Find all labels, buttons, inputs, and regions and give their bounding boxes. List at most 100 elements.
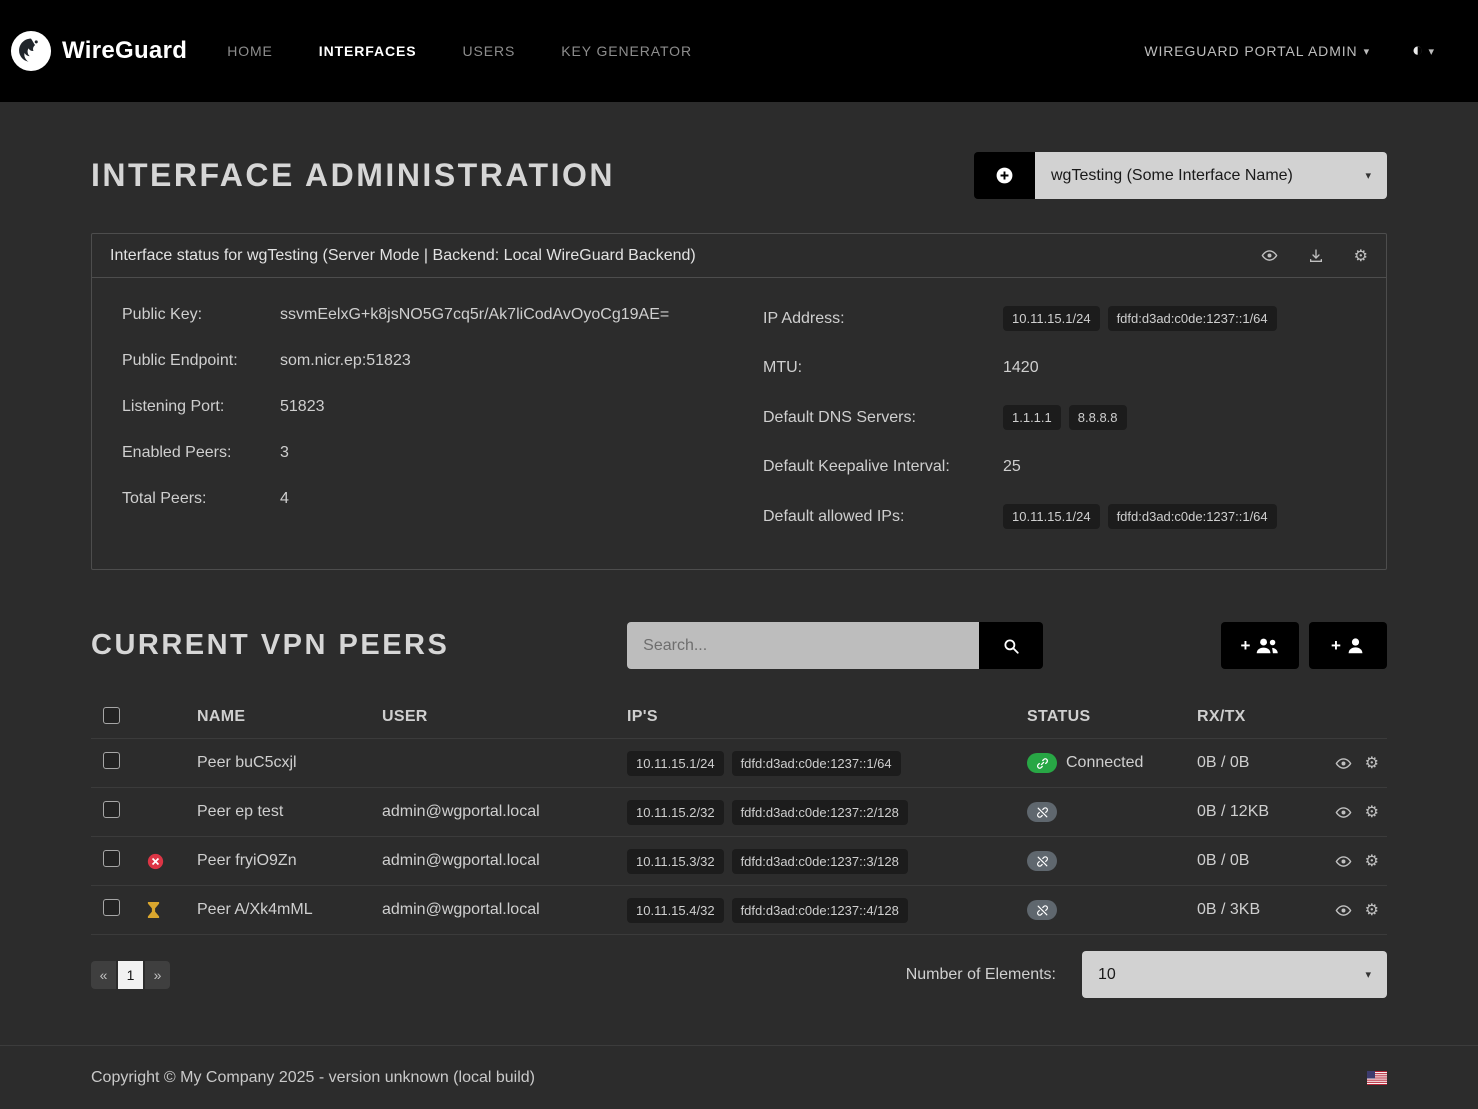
peer-rxtx: 0B / 12KB [1197,803,1312,821]
page-title: INTERFACE ADMINISTRATION [91,157,615,194]
field-value: 1420 [1003,359,1356,377]
user-menu-dropdown[interactable]: WIREGUARD PORTAL ADMIN ▾ [1144,43,1370,59]
nav-item-home[interactable]: HOME [227,43,273,59]
peer-user: admin@wgportal.local [382,901,627,919]
pagination-prev-button[interactable]: « [91,961,116,989]
search-input[interactable] [627,622,979,669]
caret-down-icon: ▾ [1428,45,1434,58]
peer-row-checkbox[interactable] [103,850,120,867]
add-interface-button[interactable] [974,152,1035,199]
peer-user: admin@wgportal.local [382,803,627,821]
peer-ip-badge: fdfd:d3ad:c0de:1237::1/64 [732,751,901,776]
copyright-text: Copyright © My Company 2025 - version un… [91,1069,535,1087]
peer-settings-icon[interactable]: ⚙ [1365,900,1379,920]
field-keepalive: Default Keepalive Interval: 25 [763,458,1356,476]
peer-rxtx: 0B / 0B [1197,852,1312,870]
wireguard-logo-icon [10,30,52,72]
disconnected-link-slash-icon [1027,900,1057,920]
interface-status-card: Interface status for wgTesting (Server M… [91,233,1387,570]
peer-user: admin@wgportal.local [382,852,627,870]
interface-select[interactable]: wgTesting (Some Interface Name) ▾ [1035,152,1387,199]
peer-settings-icon[interactable]: ⚙ [1365,851,1379,871]
search-group [627,622,1043,669]
field-allowed-ips: Default allowed IPs: 10.11.15.1/24 fdfd:… [763,504,1356,529]
field-dns-servers: Default DNS Servers: 1.1.1.1 8.8.8.8 [763,405,1356,430]
pagination-page-1-button[interactable]: 1 [118,961,143,989]
search-button[interactable] [979,622,1043,669]
table-row: Peer ep test admin@wgportal.local 10.11.… [91,788,1387,837]
peer-view-icon[interactable] [1335,900,1352,920]
field-value: 4 [280,490,739,508]
field-label: Total Peers: [122,490,280,508]
field-public-key: Public Key: ssvmEelxG+k8jsNO5G7cq5r/Ak7l… [122,306,739,324]
column-header-name: NAME [197,708,382,726]
peer-ip-badge: fdfd:d3ad:c0de:1237::2/128 [732,800,908,825]
peer-name: Peer ep test [197,803,382,821]
field-value: som.nicr.ep:51823 [280,352,739,370]
elements-count-value: 10 [1098,966,1116,984]
peer-view-icon[interactable] [1335,802,1352,822]
field-mtu: MTU: 1420 [763,359,1356,377]
add-peer-button[interactable]: + [1309,622,1387,669]
elements-count-select[interactable]: 10 ▾ [1082,951,1387,998]
disconnected-link-slash-icon [1027,802,1057,822]
peer-row-checkbox[interactable] [103,899,120,916]
field-value: ssvmEelxG+k8jsNO5G7cq5r/Ak7liCodAvOyoCg1… [280,306,739,324]
nav-item-users[interactable]: USERS [462,43,515,59]
caret-down-icon: ▾ [1364,45,1370,58]
peer-view-icon[interactable] [1335,753,1352,773]
interface-settings-icon[interactable]: ⚙ [1354,246,1368,266]
table-row: Peer buC5cxjl 10.11.15.1/24 fdfd:d3ad:c0… [91,739,1387,788]
interface-select-value: wgTesting (Some Interface Name) [1051,167,1293,185]
field-value: 25 [1003,458,1356,476]
field-label: Public Key: [122,306,280,324]
peer-view-icon[interactable] [1335,851,1352,871]
search-icon [1002,637,1020,655]
interface-view-icon[interactable] [1261,247,1278,264]
plus-icon: + [1331,636,1341,656]
brand-text: WireGuard [62,37,187,65]
field-label: Public Endpoint: [122,352,280,370]
peer-settings-icon[interactable]: ⚙ [1365,802,1379,822]
peer-ip-badge: 10.11.15.3/32 [627,849,724,874]
nav-item-interfaces[interactable]: INTERFACES [319,43,417,59]
peer-name: Peer buC5cxjl [197,754,382,772]
peer-name: Peer fryiO9Zn [197,852,382,870]
add-multiple-peers-button[interactable]: + [1221,622,1299,669]
table-row: Peer fryiO9Zn admin@wgportal.local 10.11… [91,837,1387,886]
interface-select-group: wgTesting (Some Interface Name) ▾ [974,152,1387,199]
plus-icon: + [1241,636,1251,656]
brand[interactable]: WireGuard [10,30,187,72]
column-header-rxtx: RX/TX [1197,708,1312,726]
peer-row-checkbox[interactable] [103,752,120,769]
interface-status-header: Interface status for wgTesting (Server M… [110,247,696,265]
theme-toggle-dropdown[interactable]: ◐ ▾ [1412,40,1434,62]
ip-badge: 10.11.15.1/24 [1003,306,1100,331]
field-value: 51823 [280,398,739,416]
peer-ip-badge: fdfd:d3ad:c0de:1237::4/128 [732,898,908,923]
dns-badge: 1.1.1.1 [1003,405,1061,430]
language-flag-us-icon[interactable] [1367,1071,1387,1085]
pagination-next-button[interactable]: » [145,961,170,989]
top-navbar: WireGuard HOME INTERFACES USERS KEY GENE… [0,0,1478,102]
theme-icon: ◐ [1412,40,1423,62]
field-ip-address: IP Address: 10.11.15.1/24 fdfd:d3ad:c0de… [763,306,1356,331]
add-buttons-group: + + [1221,622,1387,669]
caret-down-icon: ▾ [1365,169,1371,182]
interface-download-icon[interactable] [1308,248,1324,264]
nav-items: HOME INTERFACES USERS KEY GENERATOR [227,43,692,59]
disconnected-link-slash-icon [1027,851,1057,871]
field-label: Default DNS Servers: [763,409,1003,427]
column-header-ips: IP'S [627,708,1027,726]
peer-settings-icon[interactable]: ⚙ [1365,753,1379,773]
nav-item-key-generator[interactable]: KEY GENERATOR [561,43,692,59]
column-header-status: STATUS [1027,708,1197,726]
peer-row-checkbox[interactable] [103,801,120,818]
select-all-checkbox[interactable] [103,707,120,724]
field-label: Default Keepalive Interval: [763,458,1003,476]
peer-name: Peer A/Xk4mML [197,901,382,919]
peer-ip-badge: 10.11.15.4/32 [627,898,724,923]
caret-down-icon: ▾ [1365,968,1371,981]
table-row: Peer A/Xk4mML admin@wgportal.local 10.11… [91,886,1387,935]
elements-count-label: Number of Elements: [906,966,1056,984]
